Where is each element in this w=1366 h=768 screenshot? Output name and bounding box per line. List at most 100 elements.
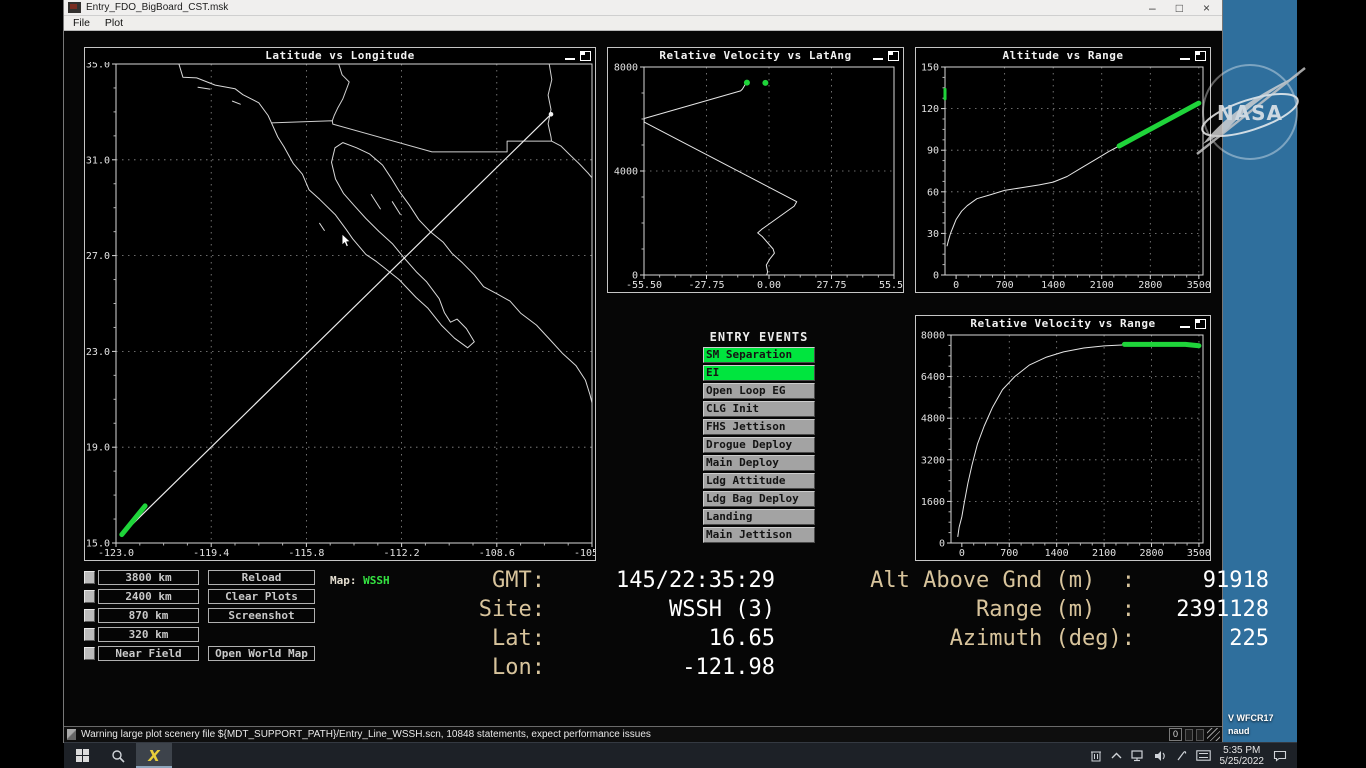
close-button[interactable]: × — [1203, 1, 1210, 15]
entry-events-title: ENTRY EVENTS — [709, 330, 809, 344]
menu-plot[interactable]: Plot — [105, 17, 123, 29]
plot-minimize-icon[interactable] — [1180, 57, 1190, 60]
menu-file[interactable]: File — [73, 17, 90, 29]
svg-text:-55.50: -55.50 — [626, 280, 662, 291]
range-toggle-3800[interactable] — [84, 571, 95, 584]
taskbar-clock[interactable]: 5:35 PM 5/25/2022 — [1220, 745, 1265, 767]
maximize-button[interactable]: □ — [1176, 1, 1183, 15]
taskbar-app-xserver[interactable]: X — [136, 743, 172, 768]
svg-text:0.00: 0.00 — [757, 280, 781, 291]
clock-date: 5/25/2022 — [1219, 755, 1265, 767]
status-counter: 0 — [1168, 728, 1182, 741]
event-ldg-attitude: Ldg Attitude — [703, 473, 815, 489]
svg-text:-123.0: -123.0 — [98, 548, 134, 559]
svg-text:31.0: 31.0 — [86, 155, 110, 166]
x-server-icon: X — [148, 746, 160, 765]
action-center-icon[interactable] — [1273, 750, 1287, 762]
event-sm-separation: SM Separation — [703, 347, 815, 363]
azimuth-label: Azimuth (deg): — [949, 626, 1135, 651]
plot-restore-icon[interactable] — [888, 51, 899, 61]
entry-events-panel: ENTRY EVENTS SM Separation EI Open Loop … — [703, 330, 815, 545]
range-toggle-870[interactable] — [84, 609, 95, 622]
map-controls: 3800 km Reload 2400 km Clear Plots 870 k… — [84, 570, 315, 665]
map-label-prefix: Map: — [330, 574, 364, 587]
plot-titlebar[interactable]: Latitude vs Longitude — [85, 48, 595, 62]
alt-range-chart: 0 700 1400 2100 2800 3500 0 30 60 90 120 150 — [916, 62, 1211, 292]
plot-restore-icon[interactable] — [1195, 319, 1206, 329]
svg-text:-112.2: -112.2 — [384, 548, 420, 559]
plot-minimize-icon[interactable] — [873, 57, 883, 60]
vel-range-chart: 0 700 1400 2100 2800 3500 0 1600 3200 4800 6400 800… — [916, 330, 1211, 560]
svg-text:0: 0 — [953, 280, 959, 291]
svg-text:-115.8: -115.8 — [288, 548, 324, 559]
range-toggle-near-field[interactable] — [84, 647, 95, 660]
range-button-2400km[interactable]: 2400 km — [98, 589, 199, 604]
event-fhs-jettison: FHS Jettison — [703, 419, 815, 435]
touch-keyboard-icon[interactable] — [1195, 750, 1211, 761]
range-button-3800km[interactable]: 3800 km — [98, 570, 199, 585]
vel-latang-chart: -55.50 -27.75 0.00 27.75 55.50 0 4000 8000 — [608, 62, 909, 292]
open-world-map-button[interactable]: Open World Map — [208, 646, 315, 661]
taskbar: X 5:35 PM 5/25/2022 — [64, 742, 1297, 768]
svg-text:2100: 2100 — [1092, 548, 1116, 559]
plot-title: Relative Velocity vs Range — [970, 316, 1156, 330]
lat-label: Lat: — [492, 626, 545, 651]
gmt-value: 145/22:35:29 — [616, 568, 775, 593]
network-icon[interactable] — [1130, 749, 1145, 762]
lon-label: Lon: — [492, 655, 545, 680]
map-name-value: WSSH — [363, 574, 390, 587]
plot-minimize-icon[interactable] — [1180, 325, 1190, 328]
video-frame: V WFCR17 naud Entry_FDO_BigBoard_CST.msk… — [0, 0, 1366, 768]
range-button-870km[interactable]: 870 km — [98, 608, 199, 623]
svg-text:0: 0 — [632, 271, 638, 282]
minimize-button[interactable]: – — [1149, 1, 1156, 15]
svg-text:27.75: 27.75 — [816, 280, 846, 291]
alt-above-gnd-label: Alt Above Gnd (m) : — [870, 568, 1135, 593]
svg-text:19.0: 19.0 — [86, 443, 110, 454]
desktop-text-line2: naud — [1228, 726, 1250, 736]
svg-text:4800: 4800 — [921, 414, 945, 425]
tray-expand-chevron-icon[interactable] — [1111, 752, 1122, 760]
svg-text:60: 60 — [927, 187, 939, 198]
windows-logo-icon — [75, 749, 89, 762]
clear-plots-button[interactable]: Clear Plots — [208, 589, 315, 604]
start-button[interactable] — [64, 743, 100, 768]
range-toggle-320[interactable] — [84, 628, 95, 641]
plot-title: Altitude vs Range — [1002, 48, 1124, 62]
plot-titlebar[interactable]: Relative Velocity vs LatAng — [608, 48, 903, 62]
lat-lon-map-chart: -123.0 -119.4 -115.8 -112.2 -108.6 -105.0 35.0… — [85, 60, 610, 560]
pen-workspace-icon[interactable] — [1176, 750, 1187, 762]
event-open-loop-eg: Open Loop EG — [703, 383, 815, 399]
svg-text:55.50: 55.50 — [879, 280, 903, 291]
search-icon — [112, 749, 125, 763]
status-bar: Warning large plot scenery file ${MDT_SU… — [64, 726, 1222, 742]
plot-minimize-icon[interactable] — [565, 57, 575, 60]
resize-grip[interactable] — [1207, 728, 1220, 741]
plot-titlebar[interactable]: Relative Velocity vs Range — [916, 316, 1210, 330]
range-toggle-2400[interactable] — [84, 590, 95, 603]
volume-icon[interactable] — [1154, 750, 1167, 762]
plot-window-alt-range: Altitude vs Range 0 700 1400 2100 2800 3500 0 3… — [915, 47, 1211, 293]
svg-text:35.0: 35.0 — [86, 62, 110, 71]
window-title: Entry_FDO_BigBoard_CST.msk — [86, 2, 229, 13]
plot-restore-icon[interactable] — [1195, 51, 1206, 61]
svg-text:4000: 4000 — [614, 167, 638, 178]
window-titlebar[interactable]: Entry_FDO_BigBoard_CST.msk – □ × — [64, 0, 1222, 16]
svg-text:8000: 8000 — [921, 331, 945, 342]
near-field-button[interactable]: Near Field — [98, 646, 199, 661]
lon-value: -121.98 — [682, 655, 775, 680]
svg-text:15.0: 15.0 — [86, 539, 110, 550]
svg-text:27.0: 27.0 — [86, 251, 110, 262]
plot-titlebar[interactable]: Altitude vs Range — [916, 48, 1210, 62]
svg-text:1600: 1600 — [921, 497, 945, 508]
svg-text:3200: 3200 — [921, 455, 945, 466]
taskbar-search-button[interactable] — [100, 743, 136, 768]
svg-text:0: 0 — [933, 271, 939, 282]
recycle-bin-icon[interactable] — [1090, 749, 1102, 762]
alt-above-gnd-value: 91918 — [1202, 568, 1269, 593]
clock-time: 5:35 PM — [1223, 744, 1261, 756]
reload-button[interactable]: Reload — [208, 570, 315, 585]
screenshot-button[interactable]: Screenshot — [208, 608, 315, 623]
range-button-320km[interactable]: 320 km — [98, 627, 199, 642]
plot-restore-icon[interactable] — [580, 51, 591, 61]
